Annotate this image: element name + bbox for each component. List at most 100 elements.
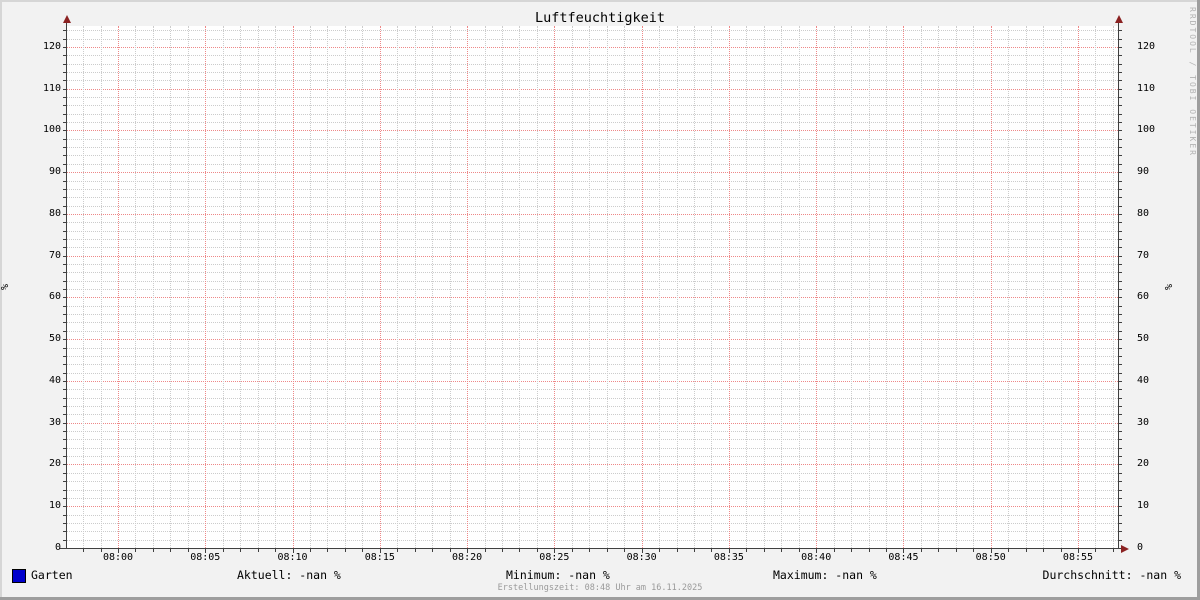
grid-minor-v <box>310 26 311 548</box>
grid-minor-h <box>66 39 1118 40</box>
y-axis-right <box>1118 22 1119 549</box>
grid-minor-h <box>66 356 1118 357</box>
y-axis-tick-left <box>63 373 66 374</box>
y-axis-tick-left <box>63 448 66 449</box>
x-axis-tick <box>659 549 660 552</box>
y-tick-label-left: 70 <box>21 251 61 261</box>
grid-major-v <box>205 26 206 548</box>
x-axis-tick <box>135 549 136 552</box>
x-axis-tick <box>677 549 678 552</box>
grid-major-h <box>66 339 1118 340</box>
y-tick-label-right: 40 <box>1137 376 1177 386</box>
y-axis-tick-right <box>1119 39 1122 40</box>
y-tick-label-left: 40 <box>21 376 61 386</box>
x-tick-label: 08:05 <box>190 553 220 563</box>
x-tick-label: 08:55 <box>1063 553 1093 563</box>
x-axis-arrow-icon <box>1121 545 1129 553</box>
y-axis-tick-right <box>1119 431 1122 432</box>
x-axis-tick <box>607 549 608 552</box>
grid-minor-h <box>66 239 1118 240</box>
grid-major-h <box>66 214 1118 215</box>
bevel-border-top <box>0 0 1200 2</box>
rrdtool-watermark: RRDTOOL / TOBI OETIKER <box>1188 7 1197 157</box>
x-axis-tick <box>537 549 538 552</box>
y-axis-tick-right <box>1119 164 1122 165</box>
y-axis-tick-right <box>1119 130 1122 131</box>
grid-minor-h <box>66 322 1118 323</box>
y-axis-tick-right <box>1119 523 1122 524</box>
grid-minor-h <box>66 456 1118 457</box>
grid-minor-h <box>66 272 1118 273</box>
grid-minor-h <box>66 231 1118 232</box>
y-axis-tick-right <box>1119 531 1122 532</box>
y-axis-tick-left <box>63 39 66 40</box>
x-axis-tick <box>101 549 102 552</box>
y-axis-tick-right <box>1119 331 1122 332</box>
y-tick-label-left: 120 <box>21 42 61 52</box>
grid-minor-v <box>589 26 590 548</box>
grid-major-v <box>903 26 904 548</box>
y-axis-tick-right <box>1119 222 1122 223</box>
y-axis-tick-left <box>63 231 66 232</box>
y-axis-tick-right <box>1119 314 1122 315</box>
y-tick-label-right: 70 <box>1137 251 1177 261</box>
y-axis-tick-right <box>1119 389 1122 390</box>
x-axis-tick <box>362 549 363 552</box>
y-axis-tick-right <box>1119 122 1122 123</box>
grid-minor-v <box>956 26 957 548</box>
y-tick-label-right: 120 <box>1137 42 1177 52</box>
y-axis-tick-left <box>63 423 66 424</box>
x-axis-tick <box>572 549 573 552</box>
x-tick-label: 08:40 <box>801 553 831 563</box>
grid-minor-v <box>170 26 171 548</box>
grid-minor-h <box>66 206 1118 207</box>
y-tick-label-left: 0 <box>21 543 61 553</box>
y-axis-tick-right <box>1119 306 1122 307</box>
y-axis-tick-left <box>63 147 66 148</box>
y-axis-tick-left <box>63 189 66 190</box>
grid-major-v <box>118 26 119 548</box>
y-axis-tick-left <box>63 356 66 357</box>
legend-series-swatch <box>12 569 26 583</box>
y-axis-unit-right: % <box>1165 284 1175 290</box>
grid-minor-v <box>1026 26 1027 548</box>
y-axis-tick-right <box>1119 490 1122 491</box>
x-axis-tick <box>869 549 870 552</box>
y-axis-tick-left <box>63 30 66 31</box>
grid-minor-h <box>66 431 1118 432</box>
y-axis-tick-left <box>63 322 66 323</box>
grid-major-h <box>66 172 1118 173</box>
y-axis-tick-left <box>63 97 66 98</box>
y-axis-tick-left <box>63 456 66 457</box>
x-axis-tick <box>886 549 887 552</box>
y-axis-tick-right <box>1119 89 1122 90</box>
y-tick-label-right: 80 <box>1137 209 1177 219</box>
x-tick-label: 08:50 <box>976 553 1006 563</box>
grid-minor-h <box>66 331 1118 332</box>
x-axis-tick <box>450 549 451 552</box>
y-axis-tick-left <box>63 473 66 474</box>
x-axis-tick <box>764 549 765 552</box>
y-axis-tick-right <box>1119 406 1122 407</box>
x-axis-tick <box>799 549 800 552</box>
y-axis-tick-right <box>1119 197 1122 198</box>
grid-minor-h <box>66 105 1118 106</box>
grid-minor-h <box>66 64 1118 65</box>
y-axis-arrow-left-icon <box>63 15 71 23</box>
y-axis-tick-right <box>1119 414 1122 415</box>
y-axis-tick-right <box>1119 114 1122 115</box>
grid-minor-h <box>66 481 1118 482</box>
grid-minor-v <box>711 26 712 548</box>
y-axis-tick-right <box>1119 80 1122 81</box>
x-axis-tick <box>694 549 695 552</box>
y-axis-tick-left <box>63 72 66 73</box>
x-axis-tick <box>1026 549 1027 552</box>
x-axis-tick <box>1061 549 1062 552</box>
y-tick-label-left: 80 <box>21 209 61 219</box>
y-axis-tick-left <box>63 331 66 332</box>
y-axis-tick-right <box>1119 322 1122 323</box>
grid-minor-v <box>519 26 520 548</box>
grid-major-h <box>66 423 1118 424</box>
grid-major-v <box>554 26 555 548</box>
x-axis-tick <box>153 549 154 552</box>
